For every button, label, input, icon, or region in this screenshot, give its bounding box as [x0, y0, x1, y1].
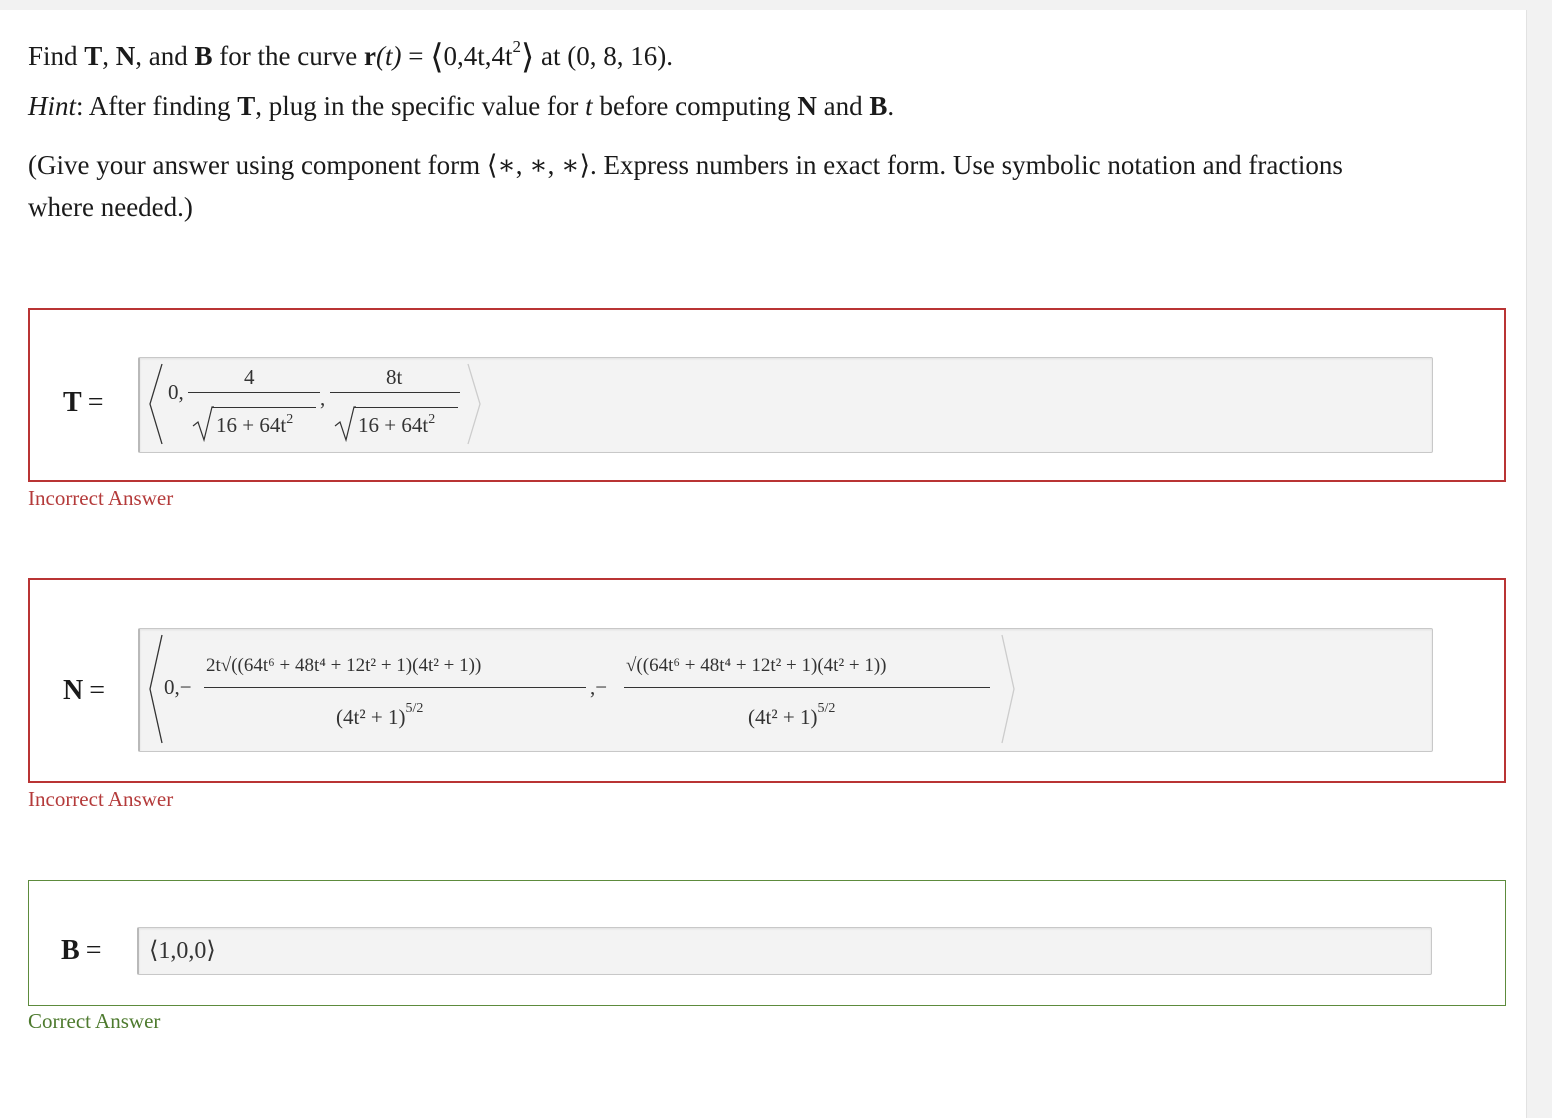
hint-text: Hint: After finding T, plug in the speci… — [28, 91, 895, 121]
answer-box-N: N = 0,− 2t√((64t⁶ + 48t⁴ + 12t² + 1)(4t² … — [28, 578, 1506, 783]
T-feedback: Incorrect Answer — [28, 486, 174, 510]
answer-box-T: T = 0, 4 16 + 64t2 , 8t 16 + 64t2 — [28, 308, 1506, 482]
label-T: T = — [63, 387, 104, 418]
left-angle-bracket-icon — [149, 634, 163, 744]
B-answer-input[interactable]: ⟨1,0,0⟩ — [137, 927, 1432, 975]
left-angle-bracket-icon — [149, 363, 163, 445]
label-B: B = — [61, 935, 102, 966]
label-N: N = — [63, 675, 106, 706]
question-line-1: Find T, N, and B for the curve r(t) = ⟨0… — [28, 37, 673, 76]
sqrt-icon — [192, 406, 214, 442]
B-answer-value: ⟨1,0,0⟩ — [149, 938, 216, 964]
T-answer-input[interactable]: 0, 4 16 + 64t2 , 8t 16 + 64t2 — [138, 357, 1433, 453]
answer-box-B: B = ⟨1,0,0⟩ — [28, 880, 1506, 1006]
N-feedback: Incorrect Answer — [28, 787, 174, 811]
question-page: Find T, N, and B for the curve r(t) = ⟨0… — [0, 10, 1527, 1118]
right-angle-bracket-icon — [1001, 634, 1015, 744]
instructions-line-1: (Give your answer using component form ⟨… — [28, 150, 1343, 180]
B-feedback: Correct Answer — [28, 1009, 161, 1033]
instructions-line-2: where needed.) — [28, 192, 193, 222]
right-angle-bracket-icon — [467, 363, 481, 445]
curve-vector: 0,4t,4t — [443, 41, 513, 71]
sqrt-icon — [334, 406, 356, 442]
N-answer-input[interactable]: 0,− 2t√((64t⁶ + 48t⁴ + 12t² + 1)(4t² + 1… — [138, 628, 1433, 752]
